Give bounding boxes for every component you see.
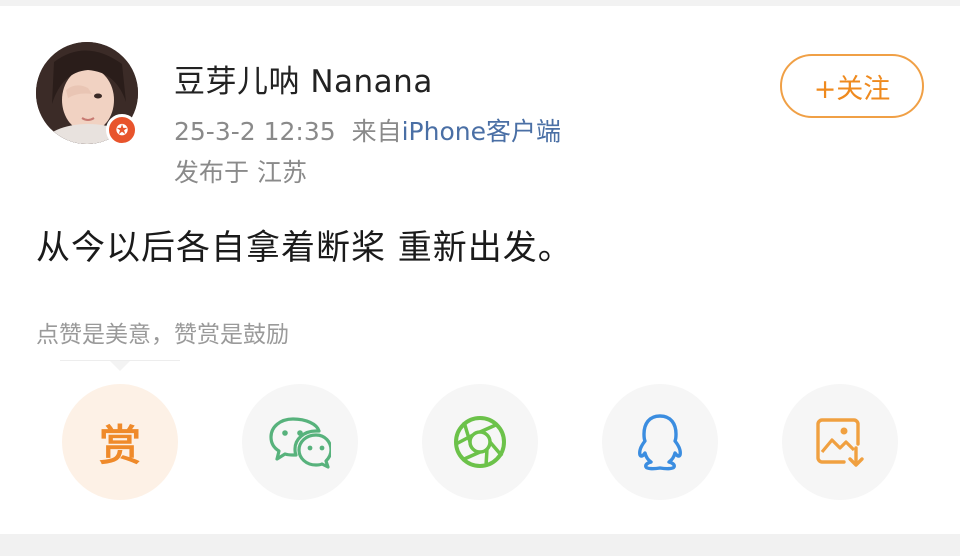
source-prefix: 来自	[351, 117, 402, 146]
vip-star-icon: ✪	[106, 114, 138, 146]
follow-button[interactable]: +关注	[780, 54, 924, 118]
post-timestamp: 25-3-2 12:35	[174, 117, 336, 146]
qq-icon	[638, 414, 682, 471]
bottom-divider	[0, 534, 960, 556]
author-name[interactable]: 豆芽儿呐 Nanana	[174, 56, 433, 101]
post-meta: 25-3-2 12:35 来自iPhone客户端	[174, 112, 561, 148]
source-client-link[interactable]: iPhone客户端	[402, 117, 561, 146]
post-content: 从今以后各自拿着断桨 重新出发。	[36, 228, 573, 268]
reward-hint: 点赞是美意，赞赏是鼓励	[36, 322, 289, 348]
wechat-icon	[269, 417, 331, 469]
share-wechat-button[interactable]	[242, 384, 358, 500]
moments-icon	[454, 416, 506, 468]
reward-icon: 赏	[98, 420, 141, 470]
hint-pointer	[110, 361, 130, 371]
share-qq-button[interactable]	[602, 384, 718, 500]
top-divider	[0, 0, 960, 6]
share-moments-button[interactable]	[422, 384, 538, 500]
reward-button[interactable]: 赏	[62, 384, 178, 500]
post-card: ✪ 豆芽儿呐 Nanana 25-3-2 12:35 来自iPhone客户端 发…	[0, 0, 960, 556]
save-image-icon	[816, 418, 864, 467]
post-location: 发布于 江苏	[174, 158, 307, 187]
save-image-button[interactable]	[782, 384, 898, 500]
